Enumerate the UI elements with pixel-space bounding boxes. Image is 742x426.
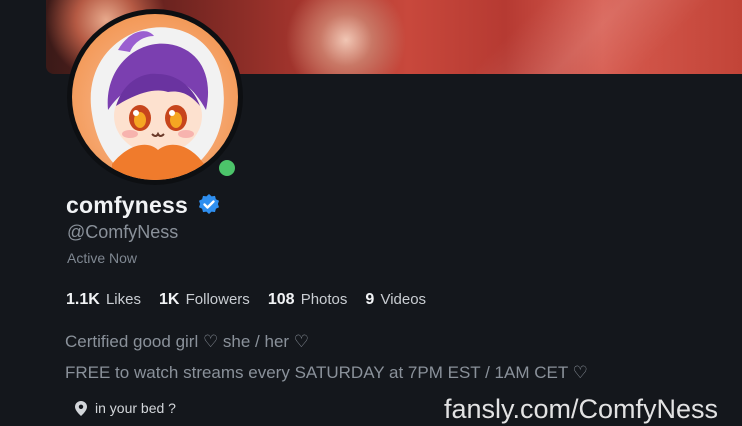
- stat-label: Photos: [300, 291, 348, 308]
- activity-status: Active Now: [67, 250, 138, 266]
- bio-line: Certified good girl ♡ she / her ♡: [65, 332, 310, 351]
- stat-label: Likes: [105, 291, 141, 308]
- stat-label: Videos: [380, 291, 427, 308]
- avatar-image: [72, 14, 238, 180]
- banner-art-detail: [476, 0, 736, 74]
- display-name: comfyness: [66, 192, 188, 218]
- online-status-indicator: [216, 157, 238, 179]
- stat-videos[interactable]: 9 Videos: [365, 291, 426, 309]
- stat-followers[interactable]: 1K Followers: [159, 291, 250, 309]
- bio-line: FREE to watch streams every SATURDAY at …: [65, 363, 588, 382]
- stat-value: 1.1K: [66, 291, 100, 308]
- location-text: in your bed ?: [95, 400, 176, 416]
- banner-art-detail: [286, 0, 406, 74]
- avatar-illustration: [90, 27, 224, 180]
- stat-photos[interactable]: 108 Photos: [268, 291, 348, 309]
- profile-stats: 1.1K Likes 1K Followers 108 Photos 9 Vid…: [66, 291, 426, 309]
- stat-value: 9: [365, 291, 375, 308]
- watermark-text: fansly.com/ComfyNess: [444, 394, 719, 424]
- stat-value: 1K: [159, 291, 180, 308]
- profile-handle: @ComfyNess: [67, 222, 179, 242]
- stat-value: 108: [267, 291, 295, 308]
- location: in your bed ?: [75, 400, 176, 416]
- stat-label: Followers: [185, 291, 250, 308]
- avatar[interactable]: [67, 9, 243, 185]
- stat-likes[interactable]: 1.1K Likes: [66, 291, 141, 309]
- verified-badge-icon: [199, 194, 219, 214]
- location-pin-icon: [75, 400, 87, 416]
